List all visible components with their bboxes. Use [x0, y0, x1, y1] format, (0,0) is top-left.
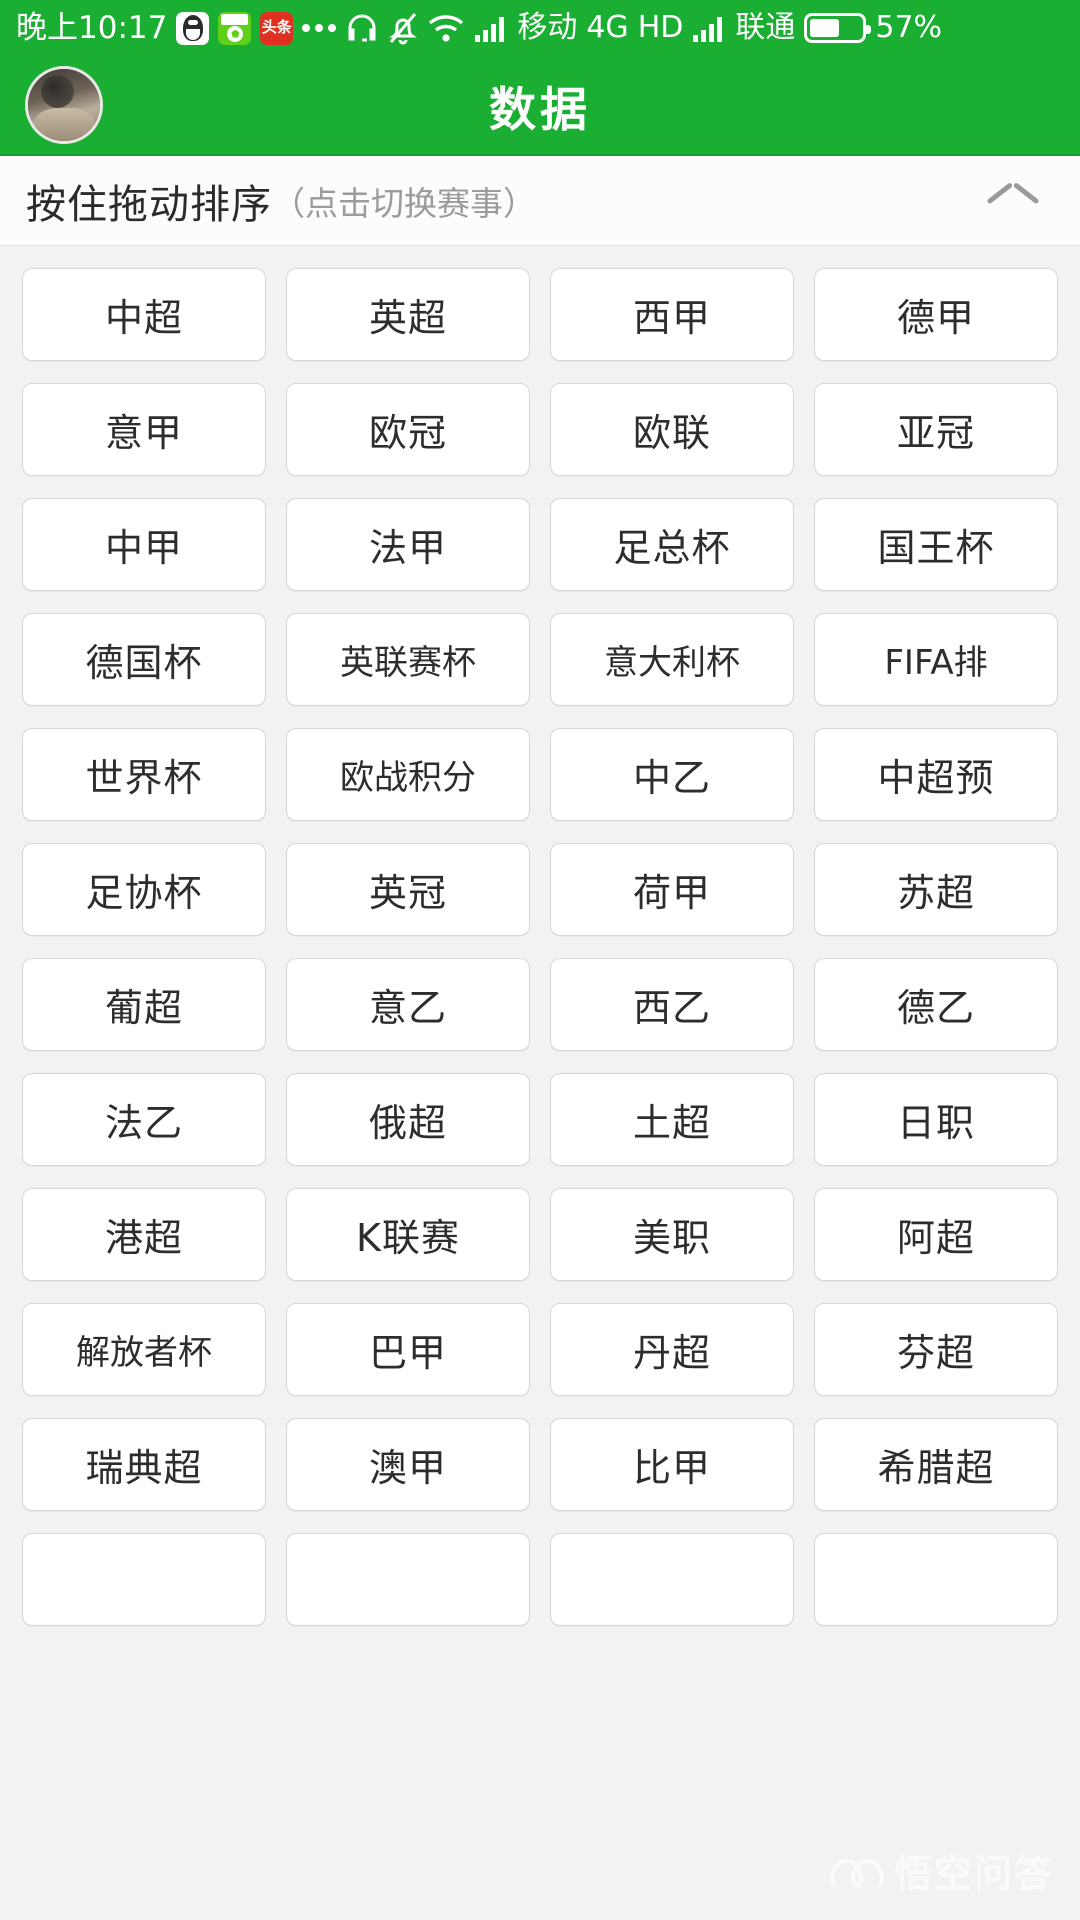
battery-percent-label: 57% [875, 10, 943, 45]
competition-chip[interactable]: 西乙 [550, 958, 794, 1051]
competition-chip[interactable]: 欧冠 [286, 383, 530, 476]
carrier-primary-label: 移动 [517, 10, 578, 45]
competition-chip[interactable]: 法甲 [286, 498, 530, 591]
competition-chip[interactable]: 德国杯 [22, 613, 266, 706]
competition-chip[interactable]: 中甲 [22, 498, 266, 591]
app-root: 晚上10:17 头条 移动 4G HD 联通 57% 数据 按住拖动排序 （点击… [0, 0, 1080, 1920]
battery-icon [804, 13, 872, 43]
competition-chip[interactable]: 中乙 [550, 728, 794, 821]
sort-bar-main-label: 按住拖动排序 [26, 181, 272, 228]
competition-chip[interactable]: 俄超 [286, 1073, 530, 1166]
competition-chip[interactable]: 苏超 [814, 843, 1058, 936]
competition-chip[interactable]: 欧战积分 [286, 728, 530, 821]
competition-chip[interactable]: 意乙 [286, 958, 530, 1051]
competition-chip[interactable]: 瑞典超 [22, 1418, 266, 1511]
bell-muted-icon [388, 12, 418, 45]
competition-chip[interactable]: 中超 [22, 268, 266, 361]
signal-bars-secondary-icon [692, 13, 726, 43]
competition-chip[interactable]: 阿超 [814, 1188, 1058, 1281]
competition-chip[interactable]: 美职 [550, 1188, 794, 1281]
competition-chip[interactable] [550, 1533, 794, 1626]
avatar[interactable] [25, 66, 103, 144]
chevron-up-icon[interactable] [988, 188, 1038, 214]
toutiao-icon: 头条 [260, 11, 294, 45]
competition-chip[interactable]: 解放者杯 [22, 1303, 266, 1396]
status-bar: 晚上10:17 头条 移动 4G HD 联通 57% [0, 0, 1080, 56]
competition-chip[interactable]: 土超 [550, 1073, 794, 1166]
competition-chip[interactable]: 葡超 [22, 958, 266, 1051]
competition-chip[interactable]: 芬超 [814, 1303, 1058, 1396]
competition-chip[interactable]: 英联赛杯 [286, 613, 530, 706]
competition-grid-container: 中超 英超 西甲 德甲意甲 欧冠 欧联 亚冠中甲 法甲 足总杯 国王杯德国杯 英联赛杯 意大利杯 FIF… [0, 246, 1080, 1920]
competition-chip[interactable]: 国王杯 [814, 498, 1058, 591]
competition-chip[interactable]: 欧联 [550, 383, 794, 476]
network-type-label: 4G [586, 10, 629, 45]
competition-chip[interactable]: 西甲 [550, 268, 794, 361]
qq-icon [176, 11, 210, 45]
competition-chip[interactable]: 德乙 [814, 958, 1058, 1051]
competition-chip[interactable]: 足总杯 [550, 498, 794, 591]
competition-chip[interactable] [286, 1533, 530, 1626]
competition-chip[interactable]: 足协杯 [22, 843, 266, 936]
competition-chip[interactable]: 中超预 [814, 728, 1058, 821]
competition-chip[interactable] [22, 1533, 266, 1626]
competition-chip[interactable]: 法乙 [22, 1073, 266, 1166]
competition-chip[interactable]: K联赛 [286, 1188, 530, 1281]
hd-label: HD [637, 10, 684, 45]
competition-chip[interactable]: 意大利杯 [550, 613, 794, 706]
competition-chip[interactable] [814, 1533, 1058, 1626]
sort-bar[interactable]: 按住拖动排序 （点击切换赛事） [0, 156, 1080, 246]
competition-chip[interactable]: 亚冠 [814, 383, 1058, 476]
signal-bars-icon [474, 13, 508, 43]
football-app-icon [218, 11, 252, 45]
competition-grid: 中超 英超 西甲 德甲意甲 欧冠 欧联 亚冠中甲 法甲 足总杯 国王杯德国杯 英联赛杯 意大利杯 FIF… [22, 268, 1058, 1626]
competition-chip[interactable]: 希腊超 [814, 1418, 1058, 1511]
competition-chip[interactable]: 英超 [286, 268, 530, 361]
headset-icon [345, 12, 379, 44]
status-bar-time: 晚上10:17 [16, 9, 168, 46]
competition-chip[interactable]: 英冠 [286, 843, 530, 936]
competition-chip[interactable]: 丹超 [550, 1303, 794, 1396]
competition-chip[interactable]: 澳甲 [286, 1418, 530, 1511]
competition-chip[interactable]: 荷甲 [550, 843, 794, 936]
competition-chip[interactable]: 德甲 [814, 268, 1058, 361]
wifi-icon [427, 13, 465, 43]
app-header: 数据 [0, 56, 1080, 156]
competition-chip[interactable]: 日职 [814, 1073, 1058, 1166]
competition-chip[interactable]: 港超 [22, 1188, 266, 1281]
competition-chip[interactable]: FIFA排 [814, 613, 1058, 706]
carrier-secondary-label: 联通 [735, 10, 796, 45]
competition-chip[interactable]: 巴甲 [286, 1303, 530, 1396]
competition-chip[interactable]: 世界杯 [22, 728, 266, 821]
overflow-dots-icon [302, 24, 337, 32]
page-title: 数据 [489, 82, 591, 138]
competition-chip[interactable]: 意甲 [22, 383, 266, 476]
competition-chip[interactable]: 比甲 [550, 1418, 794, 1511]
sort-bar-sub-label: （点击切换赛事） [272, 183, 536, 223]
